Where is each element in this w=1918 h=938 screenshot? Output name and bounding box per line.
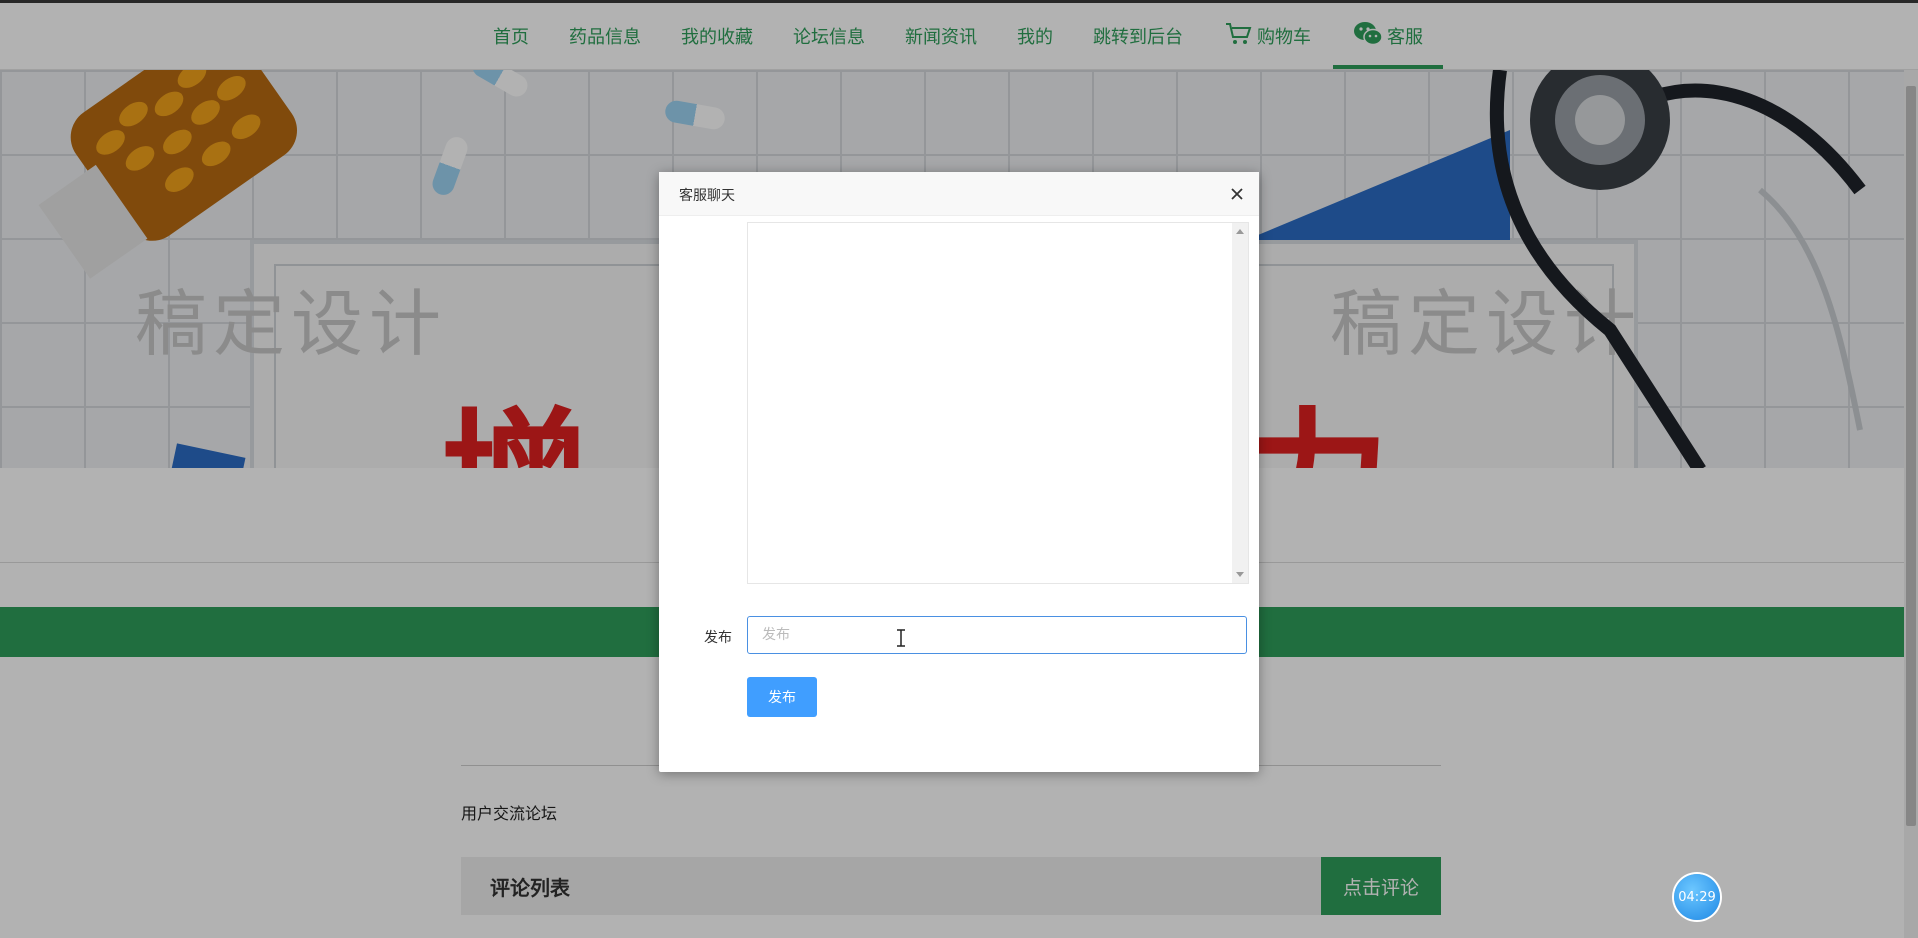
chat-message-area[interactable] <box>747 222 1249 584</box>
dialog-title: 客服聊天 <box>679 188 735 204</box>
chat-scrollbar[interactable] <box>1232 223 1248 583</box>
post-button[interactable]: 发布 <box>747 677 817 717</box>
customer-service-dialog: 客服聊天 发布 发布 <box>659 172 1259 772</box>
post-label: 发布 <box>704 630 732 646</box>
text-cursor-icon <box>897 629 905 647</box>
timer-badge[interactable]: 04:29 <box>1674 874 1720 920</box>
close-icon[interactable] <box>1227 184 1247 204</box>
scroll-up-icon[interactable] <box>1236 229 1244 234</box>
scroll-down-icon[interactable] <box>1236 572 1244 577</box>
post-input[interactable] <box>747 616 1247 654</box>
dialog-header: 客服聊天 <box>659 172 1259 216</box>
